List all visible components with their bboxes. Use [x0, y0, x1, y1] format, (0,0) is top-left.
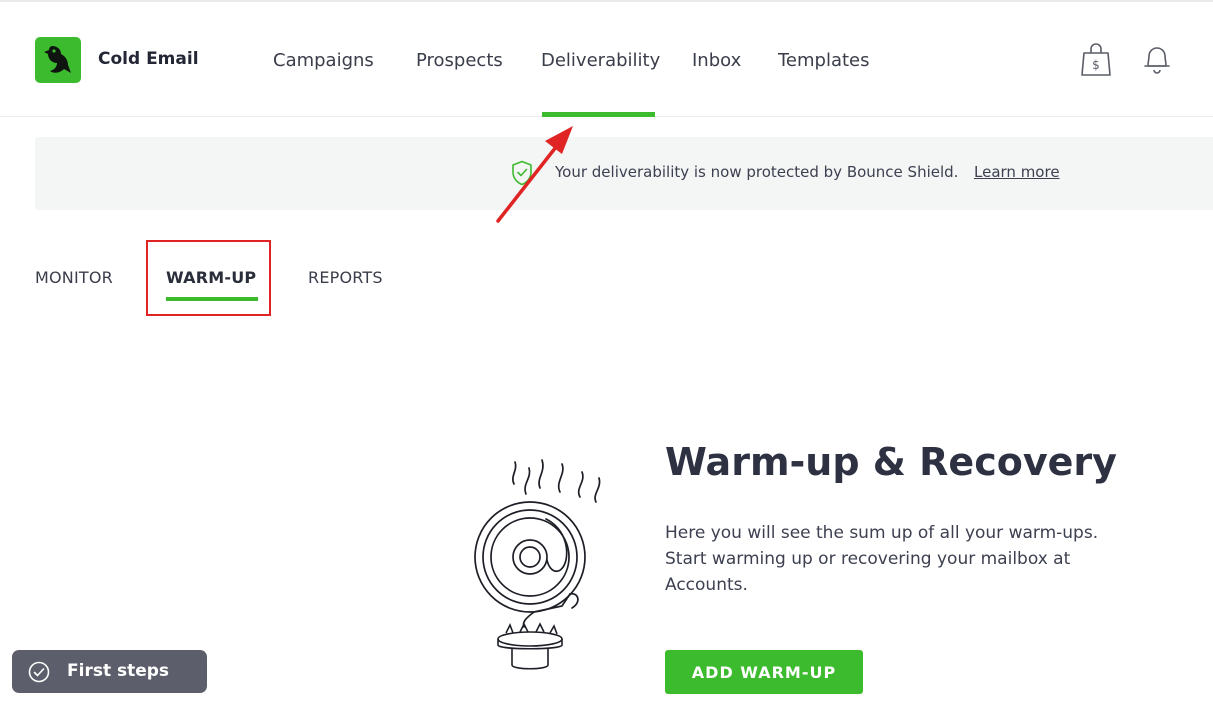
- notification-bell-icon[interactable]: [1142, 44, 1172, 80]
- info-banner: Your deliverability is now protected by …: [35, 137, 1213, 210]
- active-nav-indicator: [542, 112, 655, 117]
- shopping-bag-dollar-icon[interactable]: $: [1080, 42, 1112, 82]
- active-tab-indicator: [166, 297, 258, 301]
- hero-description: Here you will see the sum up of all your…: [665, 523, 1099, 595]
- learn-more-link[interactable]: Learn more: [974, 163, 1060, 181]
- nav-prospects[interactable]: Prospects: [416, 50, 503, 71]
- shield-check-icon: [512, 160, 532, 186]
- top-header: Cold Email Campaigns Prospects Deliverab…: [0, 2, 1213, 117]
- brand-name: Cold Email: [98, 49, 199, 69]
- tab-warm-up[interactable]: WARM-UP: [166, 268, 256, 287]
- banner-message: Your deliverability is now protected by …: [555, 163, 959, 181]
- first-steps-label: First steps: [67, 661, 170, 681]
- warm-up-illustration-icon: [474, 459, 601, 670]
- nav-campaigns[interactable]: Campaigns: [273, 50, 374, 71]
- add-warm-up-button[interactable]: ADD WARM-UP: [665, 650, 863, 694]
- nav-templates[interactable]: Templates: [778, 50, 870, 71]
- first-steps-button[interactable]: First steps: [12, 650, 207, 693]
- bird-logo-icon: [44, 46, 71, 73]
- brand-logo[interactable]: [35, 37, 81, 83]
- nav-deliverability[interactable]: Deliverability: [541, 50, 660, 71]
- tab-reports[interactable]: REPORTS: [308, 268, 383, 287]
- svg-text:$: $: [1092, 58, 1100, 72]
- page-title: Warm-up & Recovery: [665, 440, 1117, 484]
- nav-inbox[interactable]: Inbox: [692, 50, 741, 71]
- check-circle-icon: [28, 661, 50, 683]
- tab-monitor[interactable]: MONITOR: [35, 268, 113, 287]
